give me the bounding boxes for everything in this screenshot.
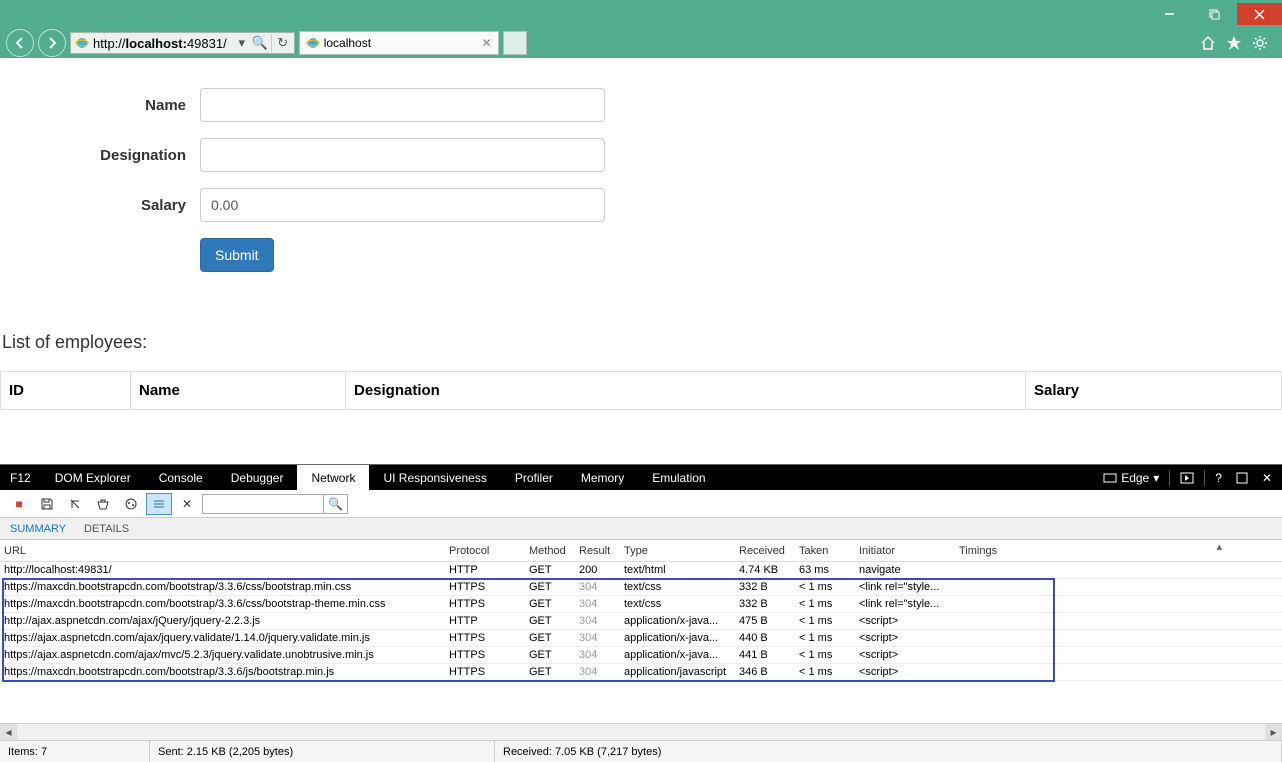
col-designation: Designation	[346, 372, 1026, 410]
tab-profiler[interactable]: Profiler	[501, 465, 567, 490]
col-salary: Salary	[1026, 372, 1282, 410]
settings-icon[interactable]	[1252, 35, 1268, 51]
content-type-filter-icon[interactable]	[146, 493, 172, 515]
clear-cache-icon[interactable]	[90, 493, 116, 515]
scroll-right-icon[interactable]: ▸	[1265, 724, 1282, 741]
network-row[interactable]: https://maxcdn.bootstrapcdn.com/bootstra…	[0, 579, 1282, 596]
designation-field[interactable]	[200, 138, 605, 172]
salary-field[interactable]	[200, 188, 605, 222]
tab-title: localhost	[324, 36, 371, 50]
f12-label: F12	[0, 465, 41, 490]
browser-tab[interactable]: localhost ✕	[299, 31, 499, 55]
devtools-tabs: F12 DOM Explorer Console Debugger Networ…	[0, 465, 1282, 490]
devtools-close-icon[interactable]: ✕	[1258, 471, 1276, 485]
browser-navbar: http://localhost:49831/ ▾ 🔍 ↻ localhost …	[0, 28, 1282, 58]
back-button[interactable]	[6, 29, 34, 57]
search-icon[interactable]: 🔍	[253, 36, 267, 50]
col-protocol[interactable]: Protocol	[445, 545, 525, 557]
forward-button[interactable]	[38, 29, 66, 57]
designation-label: Designation	[0, 147, 200, 164]
window-titlebar	[0, 0, 1282, 28]
salary-label: Salary	[0, 197, 200, 214]
network-table: URL Protocol Method Result Type Received…	[0, 540, 1282, 723]
col-timings[interactable]: Timings	[955, 545, 1145, 557]
status-sent: Sent: 2.15 KB (2,205 bytes)	[150, 741, 495, 762]
search-icon[interactable]: 🔍	[323, 495, 347, 513]
tab-close-icon[interactable]: ✕	[482, 36, 492, 50]
undock-icon[interactable]	[1232, 472, 1252, 484]
network-statusbar: Items: 7 Sent: 2.15 KB (2,205 bytes) Rec…	[0, 740, 1282, 762]
help-icon[interactable]: ?	[1211, 471, 1226, 485]
network-search[interactable]: 🔍	[202, 494, 348, 514]
status-items: Items: 7	[0, 741, 150, 762]
employees-heading: List of employees:	[2, 332, 1282, 353]
network-header-row: URL Protocol Method Result Type Received…	[0, 540, 1282, 562]
tab-dom-explorer[interactable]: DOM Explorer	[41, 465, 145, 490]
col-id: ID	[1, 372, 131, 410]
col-initiator[interactable]: Initiator	[855, 545, 955, 557]
record-button[interactable]: ■	[6, 493, 32, 515]
col-method[interactable]: Method	[525, 545, 575, 557]
network-row[interactable]: http://localhost:49831/HTTPGET200text/ht…	[0, 562, 1282, 579]
page-content: Name Designation Salary Submit List of e…	[0, 58, 1282, 464]
minimize-button[interactable]	[1147, 3, 1192, 25]
network-subtabs: SUMMARY DETAILS	[0, 518, 1282, 540]
address-bar[interactable]: http://localhost:49831/ ▾ 🔍 ↻	[70, 32, 295, 54]
tab-memory[interactable]: Memory	[567, 465, 638, 490]
new-tab-button[interactable]	[503, 31, 527, 55]
name-field[interactable]	[200, 88, 605, 122]
close-button[interactable]	[1237, 3, 1282, 25]
save-icon[interactable]	[34, 493, 60, 515]
search-dropdown-icon[interactable]: ▾	[235, 36, 249, 50]
network-row[interactable]: https://ajax.aspnetcdn.com/ajax/jquery.v…	[0, 630, 1282, 647]
network-toolbar: ■ ✕ 🔍	[0, 490, 1282, 518]
ie-icon	[75, 36, 89, 50]
favorites-icon[interactable]	[1226, 35, 1242, 51]
network-row[interactable]: https://ajax.aspnetcdn.com/ajax/mvc/5.2.…	[0, 647, 1282, 664]
subtab-summary[interactable]: SUMMARY	[10, 523, 66, 535]
search-input[interactable]	[203, 497, 323, 511]
clear-cookies-icon[interactable]	[118, 493, 144, 515]
col-received[interactable]: Received	[735, 545, 795, 557]
col-type[interactable]: Type	[620, 545, 735, 557]
tab-debugger[interactable]: Debugger	[217, 465, 298, 490]
tab-ui-responsiveness[interactable]: UI Responsiveness	[369, 465, 500, 490]
col-url[interactable]: URL	[0, 545, 445, 557]
horizontal-scrollbar[interactable]: ◂ ▸	[0, 723, 1282, 740]
tab-network[interactable]: Network	[297, 465, 369, 490]
employees-table: ID Name Designation Salary	[0, 371, 1282, 410]
scroll-left-icon[interactable]: ◂	[0, 724, 17, 741]
tab-emulation[interactable]: Emulation	[638, 465, 719, 490]
edge-mode[interactable]: Edge▾	[1099, 471, 1163, 485]
network-row[interactable]: https://maxcdn.bootstrapcdn.com/bootstra…	[0, 596, 1282, 613]
network-row[interactable]: https://maxcdn.bootstrapcdn.com/bootstra…	[0, 664, 1282, 681]
clear-entries-icon[interactable]: ✕	[174, 493, 200, 515]
subtab-details[interactable]: DETAILS	[84, 523, 129, 535]
refresh-icon[interactable]: ↻	[276, 36, 290, 50]
clear-session-icon[interactable]	[62, 493, 88, 515]
ie-icon	[306, 36, 320, 50]
devtools-panel: F12 DOM Explorer Console Debugger Networ…	[0, 464, 1282, 762]
col-taken[interactable]: Taken	[795, 545, 855, 557]
url-text: http://localhost:49831/	[93, 36, 227, 51]
status-received: Received: 7.05 KB (7,217 bytes)	[495, 741, 1282, 762]
name-label: Name	[0, 97, 200, 114]
sort-indicator-icon: ▴	[1216, 540, 1222, 553]
run-icon[interactable]	[1176, 472, 1198, 484]
submit-button[interactable]: Submit	[200, 238, 274, 272]
col-name: Name	[131, 372, 346, 410]
tab-console[interactable]: Console	[145, 465, 217, 490]
maximize-button[interactable]	[1192, 3, 1237, 25]
home-icon[interactable]	[1200, 35, 1216, 51]
col-result[interactable]: Result	[575, 545, 620, 557]
network-row[interactable]: http://ajax.aspnetcdn.com/ajax/jQuery/jq…	[0, 613, 1282, 630]
